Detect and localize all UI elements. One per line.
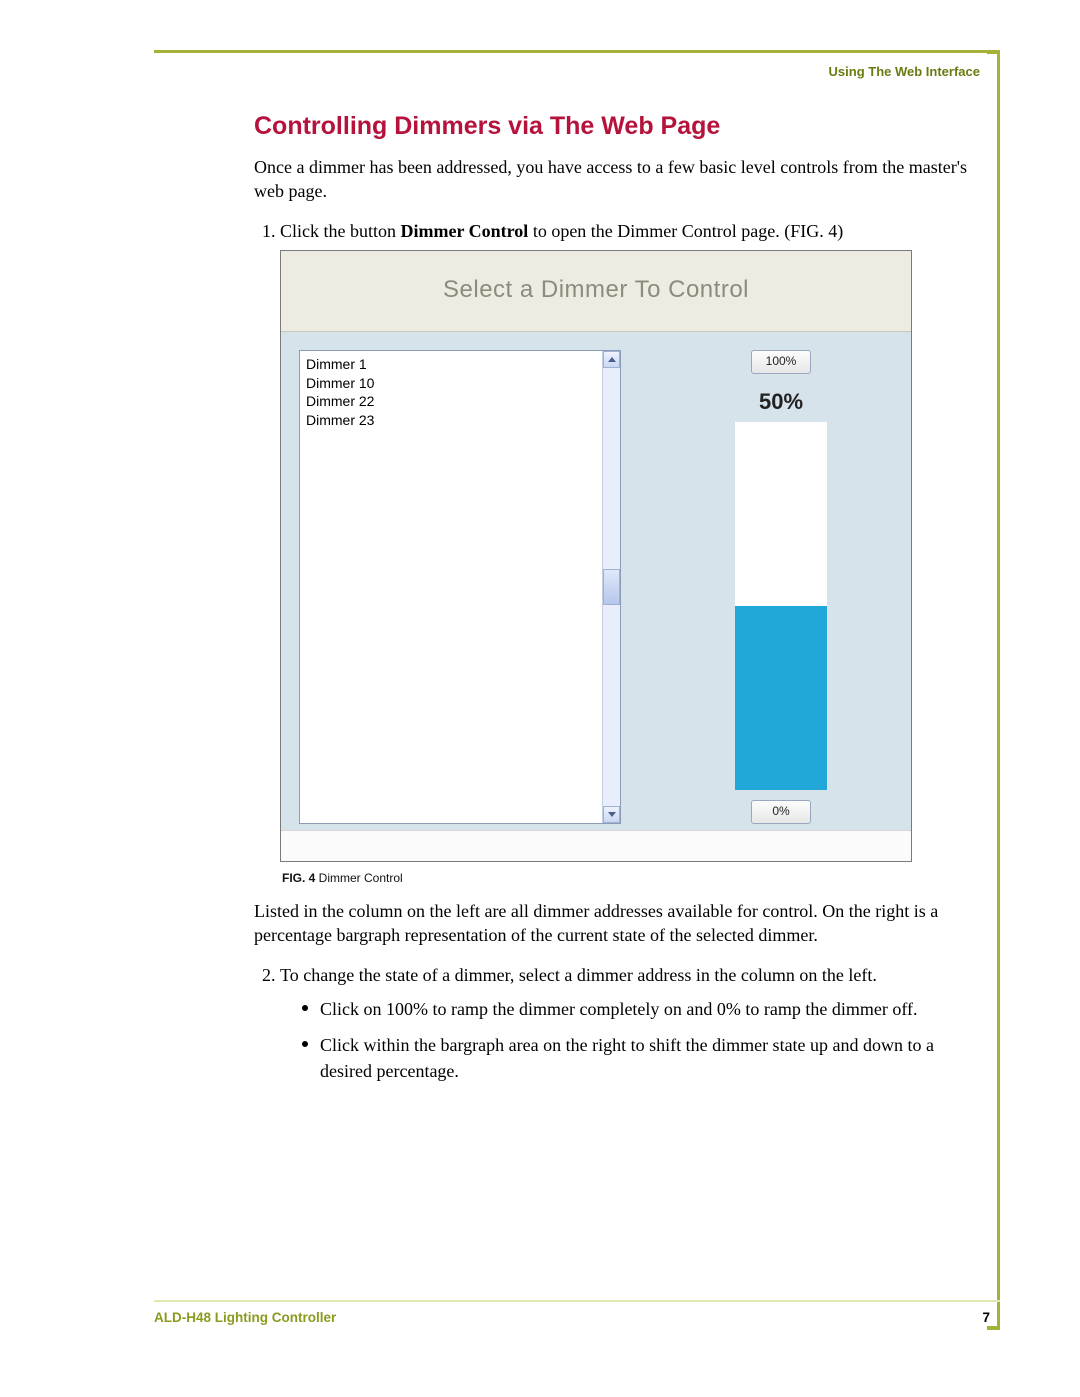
scroll-down-button[interactable]	[603, 806, 620, 823]
step-1-bold: Dimmer Control	[401, 221, 529, 241]
page-rule-right	[997, 50, 1000, 1330]
dimmer-list-items: Dimmer 1 Dimmer 10 Dimmer 22 Dimmer 23	[302, 353, 602, 821]
ramp-100-button[interactable]: 100%	[751, 350, 811, 374]
footer-rule	[154, 1300, 1000, 1302]
screenshot-header: Select a Dimmer To Control	[281, 251, 911, 332]
step-2-text: To change the state of a dimmer, select …	[280, 965, 877, 985]
dimmer-listbox[interactable]: Dimmer 1 Dimmer 10 Dimmer 22 Dimmer 23	[299, 350, 621, 824]
steps-list: Click the button Dimmer Control to open …	[254, 218, 984, 1084]
figure-caption-text: Dimmer Control	[315, 871, 402, 885]
intro-paragraph: Once a dimmer has been addressed, you ha…	[254, 155, 984, 204]
current-percentage-label: 50%	[759, 386, 803, 418]
bullet-100-0: Click on 100% to ramp the dimmer complet…	[302, 996, 984, 1022]
list-item[interactable]: Dimmer 10	[306, 374, 598, 393]
page-rule-top	[154, 50, 1000, 53]
screenshot-footer	[281, 830, 911, 861]
step-1: Click the button Dimmer Control to open …	[280, 218, 984, 948]
step-2: To change the state of a dimmer, select …	[280, 962, 984, 1084]
step-2-bullets: Click on 100% to ramp the dimmer complet…	[280, 996, 984, 1084]
post-figure-paragraph: Listed in the column on the left are all…	[254, 899, 984, 948]
dimmer-bargraph-fill	[735, 606, 827, 790]
chevron-up-icon	[608, 357, 616, 362]
list-item[interactable]: Dimmer 23	[306, 411, 598, 430]
figure-caption-prefix: FIG. 4	[282, 871, 315, 885]
listbox-scrollbar[interactable]	[602, 351, 620, 823]
dimmer-control-screenshot: Select a Dimmer To Control Dimmer 1 Dimm…	[280, 250, 912, 862]
scroll-up-button[interactable]	[603, 351, 620, 368]
list-item[interactable]: Dimmer 22	[306, 392, 598, 411]
page-number: 7	[982, 1310, 990, 1325]
ramp-0-button[interactable]: 0%	[751, 800, 811, 824]
page-footer: ALD-H48 Lighting Controller 7	[154, 1300, 1000, 1330]
footer-product: ALD-H48 Lighting Controller	[154, 1310, 336, 1325]
screenshot-body: Dimmer 1 Dimmer 10 Dimmer 22 Dimmer 23	[281, 332, 911, 831]
screenshot-title: Select a Dimmer To Control	[443, 273, 749, 308]
dimmer-bargraph[interactable]	[735, 422, 827, 790]
section-title: Controlling Dimmers via The Web Page	[254, 112, 984, 141]
figure-caption: FIG. 4 Dimmer Control	[282, 870, 984, 887]
figure-4: Select a Dimmer To Control Dimmer 1 Dimm…	[280, 250, 984, 887]
running-header: Using The Web Interface	[829, 64, 980, 79]
step-1-pre: Click the button	[280, 221, 401, 241]
scrollbar-thumb[interactable]	[603, 569, 620, 605]
corner-tick-top	[987, 50, 997, 54]
list-item[interactable]: Dimmer 1	[306, 355, 598, 374]
step-1-post: to open the Dimmer Control page. (FIG. 4…	[528, 221, 843, 241]
chevron-down-icon	[608, 812, 616, 817]
bullet-bargraph: Click within the bargraph area on the ri…	[302, 1032, 984, 1084]
content-area: Controlling Dimmers via The Web Page Onc…	[254, 112, 984, 1094]
